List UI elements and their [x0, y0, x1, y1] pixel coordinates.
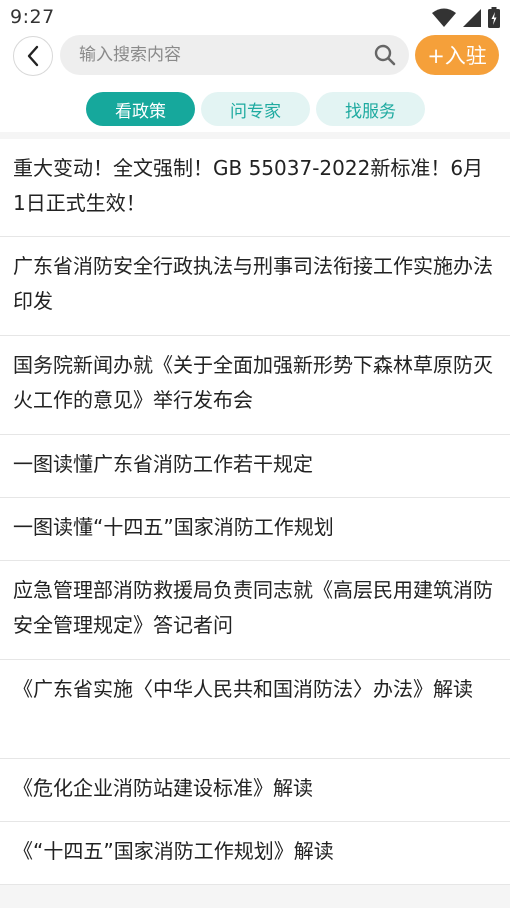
header: +入驻 看政策 问专家 找服务: [0, 34, 510, 132]
wifi-icon: [432, 8, 456, 27]
article-title: 国务院新闻办就《关于全面加强新形势下森林草原防灭火工作的意见》举行发布会: [13, 353, 493, 412]
article-title: 《危化企业消防站建设标准》解读: [13, 776, 313, 800]
article-title: 重大变动！全文强制！GB 55037-2022新标准！6月1日正式生效！: [13, 156, 484, 215]
tab-bar: 看政策 问专家 找服务: [86, 92, 425, 126]
list-item[interactable]: 国务院新闻办就《关于全面加强新形势下森林草原防灭火工作的意见》举行发布会: [0, 336, 510, 435]
tab-services[interactable]: 找服务: [316, 92, 425, 126]
search-input[interactable]: [79, 45, 373, 65]
status-time: 9:27: [10, 6, 55, 28]
list-item[interactable]: 应急管理部消防救援局负责同志就《高层民用建筑消防安全管理规定》答记者问: [0, 561, 510, 660]
article-title: 广东省消防安全行政执法与刑事司法衔接工作实施办法印发: [13, 254, 493, 313]
chevron-left-icon: [27, 45, 39, 67]
article-title: 一图读懂“十四五”国家消防工作规划: [13, 515, 334, 539]
search-box[interactable]: [60, 35, 409, 75]
article-title: 一图读懂广东省消防工作若干规定: [13, 452, 313, 476]
status-icons: [432, 7, 500, 28]
list-item[interactable]: 重大变动！全文强制！GB 55037-2022新标准！6月1日正式生效！: [0, 139, 510, 237]
tab-experts[interactable]: 问专家: [201, 92, 310, 126]
join-button[interactable]: +入驻: [415, 35, 499, 75]
signal-icon: [463, 9, 481, 27]
article-title: 《广东省实施〈中华人民共和国消防法〉办法》解读: [13, 677, 473, 701]
battery-icon: [488, 7, 500, 28]
list-item[interactable]: 一图读懂广东省消防工作若干规定: [0, 435, 510, 498]
article-title: 《“十四五”国家消防工作规划》解读: [13, 839, 334, 863]
article-title: 应急管理部消防救援局负责同志就《高层民用建筑消防安全管理规定》答记者问: [13, 578, 493, 637]
list-item[interactable]: 《广东省实施〈中华人民共和国消防法〉办法》解读: [0, 660, 510, 759]
back-button[interactable]: [13, 36, 53, 76]
list-item[interactable]: 《危化企业消防站建设标准》解读: [0, 759, 510, 822]
tab-policy[interactable]: 看政策: [86, 92, 195, 126]
article-list: 重大变动！全文强制！GB 55037-2022新标准！6月1日正式生效！ 广东省…: [0, 139, 510, 885]
list-item[interactable]: 一图读懂“十四五”国家消防工作规划: [0, 498, 510, 561]
list-item[interactable]: 广东省消防安全行政执法与刑事司法衔接工作实施办法印发: [0, 237, 510, 336]
list-item[interactable]: 《“十四五”国家消防工作规划》解读: [0, 822, 510, 885]
status-bar: 9:27: [0, 0, 510, 34]
search-icon[interactable]: [373, 43, 397, 67]
